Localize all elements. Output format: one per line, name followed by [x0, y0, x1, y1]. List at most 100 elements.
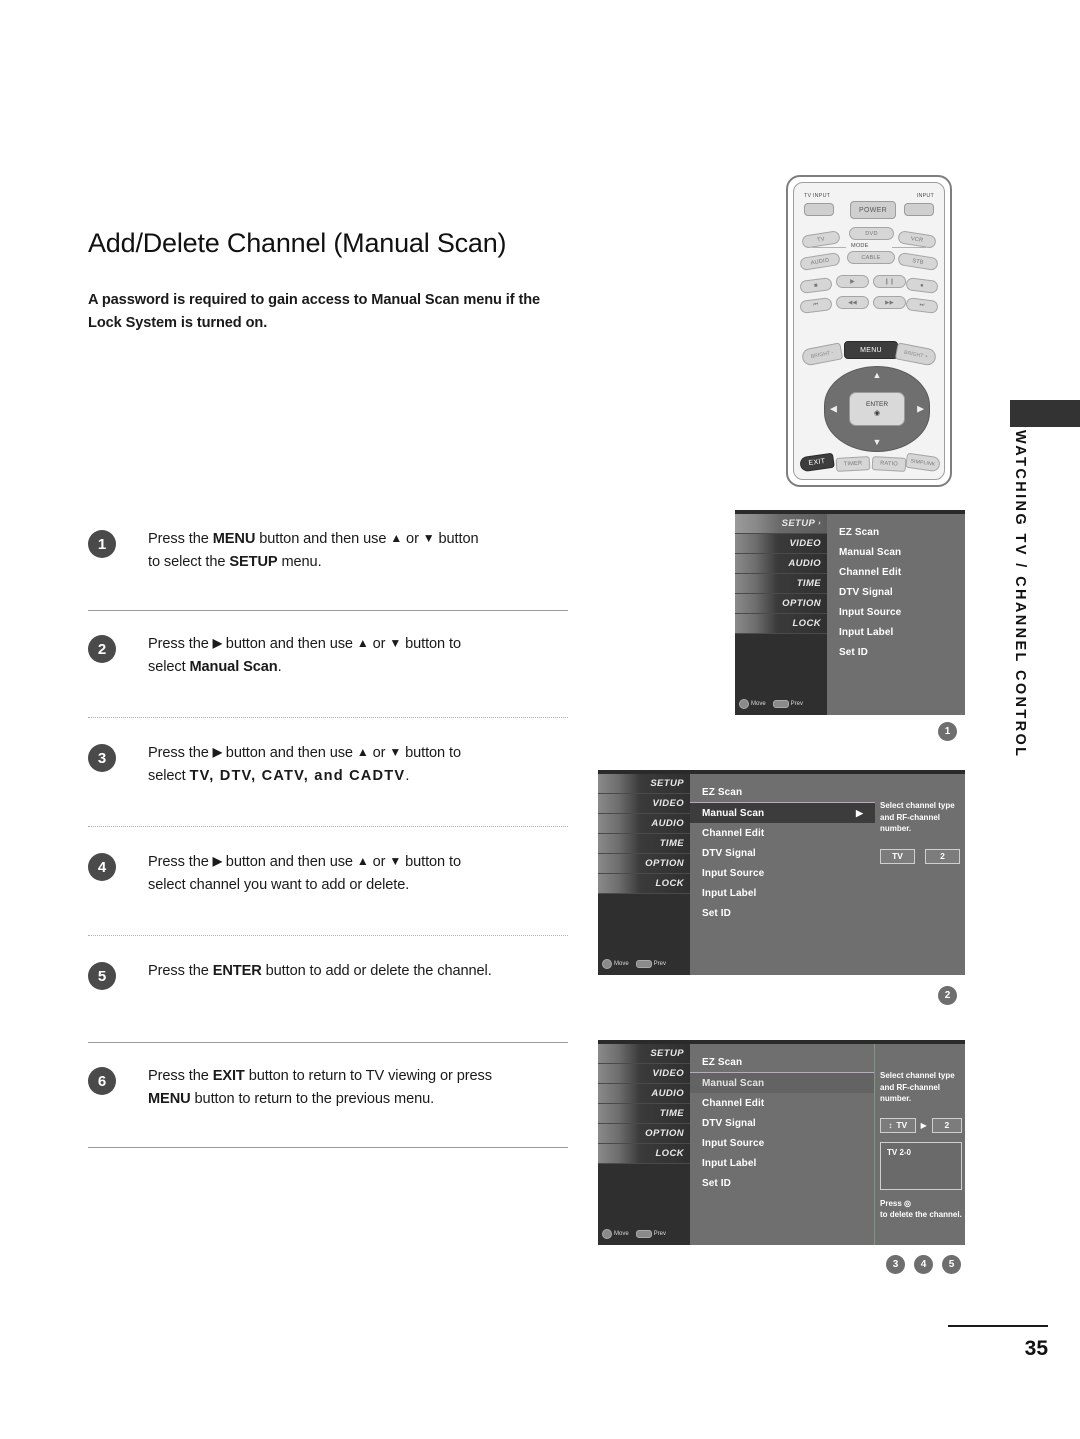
- menu-item-input-source[interactable]: Input Source: [690, 1133, 874, 1153]
- sidebar-item-time[interactable]: TIME: [598, 1104, 690, 1124]
- sidebar-item-option[interactable]: OPTION: [735, 594, 827, 614]
- menu-button[interactable]: MENU: [844, 341, 898, 359]
- channel-type-value[interactable]: TV: [880, 848, 915, 864]
- dpad[interactable]: ▲ ▼ ◀ ▶ ENTER ◉: [824, 366, 930, 452]
- stb-mode-button[interactable]: STB: [897, 251, 939, 272]
- sidebar-item-audio[interactable]: AUDIO: [598, 814, 690, 834]
- sidebar-item-setup[interactable]: SETUP: [598, 774, 690, 794]
- sidebar-item-time[interactable]: TIME: [735, 574, 827, 594]
- menu-item-input-label[interactable]: Input Label: [827, 622, 965, 642]
- step1-frag-b: button and then use: [255, 531, 391, 547]
- osd-screen-1: SETUP › VIDEO AUDIO TIME OPTION LOCK Mov…: [735, 510, 965, 715]
- menu-item-ez-scan[interactable]: EZ Scan: [690, 1052, 874, 1072]
- sidebar-item-video[interactable]: VIDEO: [598, 1064, 690, 1084]
- fast-forward-button[interactable]: ▶▶: [873, 296, 906, 309]
- menu-item-manual-scan[interactable]: Manual Scan ▶: [690, 803, 875, 823]
- hint-move-label: Move: [614, 1231, 629, 1237]
- cable-mode-button[interactable]: CABLE: [847, 251, 895, 264]
- sidebar-item-video[interactable]: VIDEO: [598, 794, 690, 814]
- menu-item-channel-edit[interactable]: Channel Edit: [690, 1093, 874, 1113]
- dpad-up-icon[interactable]: ▲: [873, 371, 882, 380]
- power-button[interactable]: POWER: [850, 201, 896, 219]
- menu-item-channel-edit[interactable]: Channel Edit: [827, 562, 965, 582]
- sidebar-item-label: SETUP: [650, 778, 684, 789]
- chevron-right-icon: ▶: [920, 1120, 927, 1130]
- sidebar-item-label: LOCK: [655, 878, 684, 889]
- bright-plus-button[interactable]: BRIGHT +: [894, 342, 938, 367]
- menu-item-ez-scan[interactable]: EZ Scan: [827, 522, 965, 542]
- sidebar-item-setup[interactable]: SETUP ›: [735, 514, 827, 534]
- menu-item-input-label[interactable]: Input Label: [690, 883, 875, 903]
- rewind-button[interactable]: ◀◀: [836, 296, 869, 309]
- dvd-mode-button[interactable]: DVD: [849, 227, 894, 240]
- hint-prev: Prev: [635, 1230, 666, 1238]
- sidebar-item-setup[interactable]: SETUP: [598, 1044, 690, 1064]
- menu-item-dtv-signal[interactable]: DTV Signal: [690, 1113, 874, 1133]
- sidebar-item-time[interactable]: TIME: [598, 834, 690, 854]
- step2-frag-d: select: [148, 659, 190, 676]
- menu-item-set-id[interactable]: Set ID: [827, 642, 965, 662]
- step2-frag-a: Press the: [148, 636, 213, 652]
- sidebar-item-label: OPTION: [645, 858, 684, 869]
- menu-item-set-id[interactable]: Set ID: [690, 903, 875, 923]
- divider-solid-2: [88, 1042, 568, 1043]
- menu-item-input-source[interactable]: Input Source: [827, 602, 965, 622]
- menu-item-set-id[interactable]: Set ID: [690, 1173, 874, 1193]
- channel-result-list[interactable]: TV 2-0: [880, 1141, 962, 1190]
- menu-item-channel-edit[interactable]: Channel Edit: [690, 823, 875, 843]
- step5-enter-keyword: ENTER: [212, 963, 262, 979]
- osd1-sidebar: SETUP › VIDEO AUDIO TIME OPTION LOCK Mov…: [735, 514, 827, 715]
- sidebar-item-video[interactable]: VIDEO: [735, 534, 827, 554]
- sidebar-item-lock[interactable]: LOCK: [598, 1144, 690, 1164]
- sidebar-item-audio[interactable]: AUDIO: [735, 554, 827, 574]
- step1-frag-c: button: [434, 531, 479, 547]
- menu-item-dtv-signal[interactable]: DTV Signal: [827, 582, 965, 602]
- menu-item-input-source[interactable]: Input Source: [690, 863, 875, 883]
- dpad-left-icon[interactable]: ◀: [830, 404, 837, 414]
- exit-button[interactable]: EXIT: [799, 452, 835, 473]
- step1-or: or: [402, 531, 423, 547]
- menu-item-manual-scan[interactable]: Manual Scan: [690, 1073, 874, 1093]
- sidebar-item-audio[interactable]: AUDIO: [598, 1084, 690, 1104]
- ratio-button[interactable]: RATIO: [871, 456, 907, 472]
- pause-button[interactable]: ❙❙: [873, 275, 906, 288]
- menu-hint-icon: [635, 1230, 652, 1238]
- skip-back-button[interactable]: ⏮: [799, 297, 833, 314]
- sidebar-item-option[interactable]: OPTION: [598, 1124, 690, 1144]
- input-label: INPUT: [916, 193, 934, 199]
- menu-item-dtv-signal[interactable]: DTV Signal: [690, 843, 875, 863]
- step2-or: or: [368, 636, 390, 652]
- sidebar-item-lock[interactable]: LOCK: [735, 614, 827, 634]
- dpad-hint-icon: [602, 959, 612, 969]
- bright-minus-button[interactable]: BRIGHT -: [800, 342, 844, 367]
- sidebar-item-lock[interactable]: LOCK: [598, 874, 690, 894]
- audio-mode-button[interactable]: AUDIO: [799, 251, 841, 272]
- play-button[interactable]: ▶: [836, 275, 869, 288]
- step-text-3: Press the ▶ button and then use ▲ or ▼ b…: [148, 742, 568, 788]
- osd2-description: Select channel type and RF-channel numbe…: [880, 801, 955, 834]
- stop-button[interactable]: ■: [799, 277, 833, 294]
- record-button[interactable]: ●: [905, 277, 939, 294]
- hint-prev-label: Prev: [790, 701, 804, 707]
- rf-channel-value[interactable]: 2: [925, 848, 960, 864]
- input-button[interactable]: [904, 203, 934, 216]
- osd-screen-3: SETUP VIDEO AUDIO TIME OPTION LOCK Move …: [598, 1040, 965, 1245]
- step-marker-5: 5: [942, 1255, 961, 1274]
- menu-item-ez-scan[interactable]: EZ Scan: [690, 782, 875, 802]
- tv-input-button[interactable]: [804, 203, 834, 216]
- menu-item-manual-scan[interactable]: Manual Scan: [827, 542, 965, 562]
- step4-frag-d: select channel you want to add or delete…: [148, 877, 410, 894]
- skip-forward-button[interactable]: ⏭: [905, 297, 939, 314]
- menu-item-input-label[interactable]: Input Label: [690, 1153, 874, 1173]
- dpad-right-icon[interactable]: ▶: [917, 404, 924, 414]
- osd3-footer: Press ◎ to delete the channel.: [880, 1198, 962, 1221]
- sidebar-item-label: OPTION: [782, 598, 821, 609]
- rf-channel-value[interactable]: 2: [931, 1117, 962, 1133]
- sidebar-item-option[interactable]: OPTION: [598, 854, 690, 874]
- timer-button[interactable]: TIMER: [835, 456, 871, 472]
- dpad-down-icon[interactable]: ▼: [873, 438, 882, 447]
- simplink-button[interactable]: SIMPLINK: [905, 452, 941, 473]
- channel-type-selector[interactable]: ↕ TV: [880, 1117, 916, 1133]
- enter-button[interactable]: ENTER ◉: [849, 392, 905, 426]
- channel-type-value: TV: [896, 1120, 908, 1131]
